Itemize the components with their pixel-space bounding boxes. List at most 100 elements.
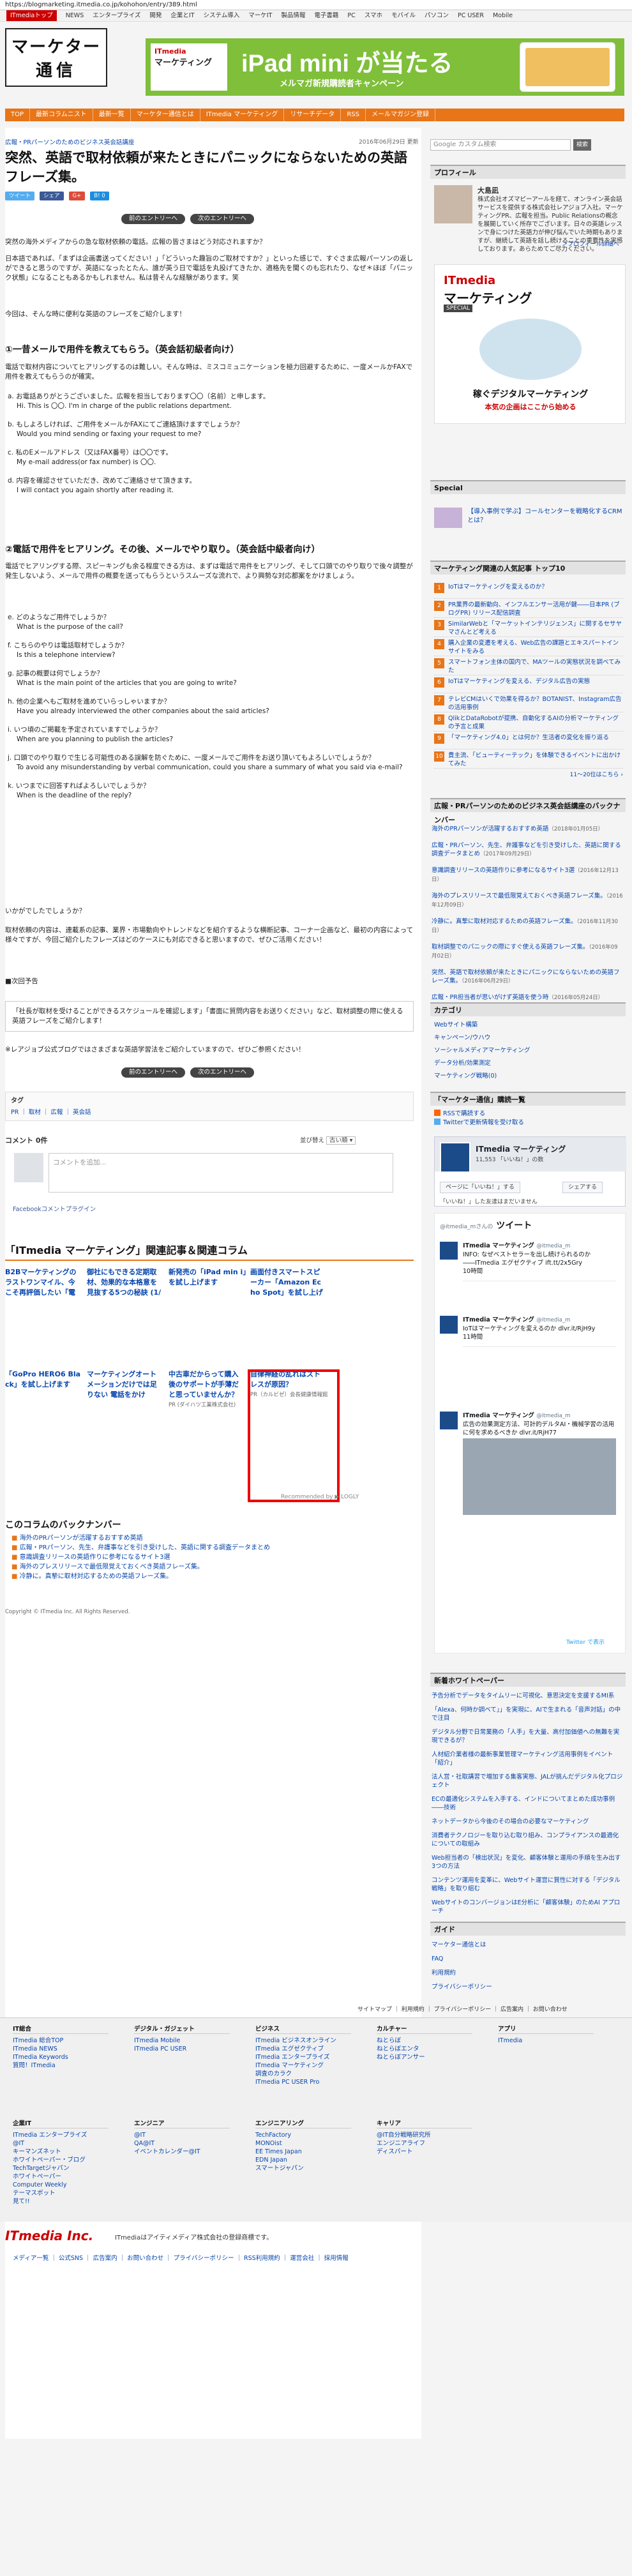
footer-link[interactable]: ITmedia 総合TOP xyxy=(13,2037,109,2045)
pr-backnumber-item[interactable]: 広報・PRパーソン、先生、弁護事などを引き受けした、英語に関する調査データまとめ… xyxy=(432,841,623,859)
footer-link[interactable]: スマートジャパン xyxy=(255,2164,351,2173)
main-nav-item[interactable]: 最新一覧 xyxy=(93,109,131,121)
facebook-page-logo[interactable] xyxy=(440,1142,470,1173)
backnumber-item[interactable]: 意識調査リリースの英語作りに参考になるサイト3選 xyxy=(11,1553,414,1562)
twitter-view-link[interactable]: Twitter で表示 xyxy=(566,1638,605,1646)
related-item[interactable]: 御社にもできる定期取 材、効果的な本格意を 見抜する5つの秘訣 (1/ xyxy=(87,1267,165,1298)
facebook-page-name[interactable]: ITmedia マーケティング xyxy=(476,1143,566,1154)
sitemap-links[interactable]: サイトマップ ｜ 利用規約 ｜ プライバシーポリシー ｜ 広告案内 ｜ お問い合… xyxy=(357,2005,568,2013)
recommended-by[interactable]: Recommended by ▶ LOGLY xyxy=(281,1494,359,1500)
tag-list[interactable]: PR ｜ 取材 ｜ 広報 ｜ 英会話 xyxy=(11,1107,408,1116)
ranking-row[interactable]: 2 PR業界の最新動向、インフルエンサー活用が鍵――日本PR (ブログPR) リリ… xyxy=(434,599,623,618)
footer-link[interactable]: @IT自分戦略研究所 xyxy=(377,2131,472,2139)
footer-link[interactable]: ホワイトペーパー・ブログ xyxy=(13,2156,109,2164)
tweet-author[interactable]: ITmedia マーケティング @itmedia_m xyxy=(463,1242,616,1251)
ranking-row[interactable]: 5 スマートフォン主体の国内で、MAツールの実態状況を調べてみた xyxy=(434,656,623,675)
hatena-bookmark-button[interactable]: B! 0 xyxy=(90,192,109,200)
footer-link[interactable]: ITmedia ビジネスオンライン xyxy=(255,2037,351,2045)
twitter-follow-link[interactable]: Twitterで更新情報を受け取る xyxy=(434,1119,623,1127)
footer-link[interactable]: ねとらぼ xyxy=(377,2037,472,2045)
profile-name[interactable]: 大島凪 xyxy=(478,185,499,195)
footer-link[interactable]: ITmedia Mobile xyxy=(134,2037,230,2045)
footer-link[interactable]: QA@IT xyxy=(134,2139,230,2148)
bottom-links[interactable]: メディア一覧 ｜ 公式SNS ｜ 広告案内 ｜ お問い合わせ ｜ プライバシーポ… xyxy=(13,2254,619,2263)
tweet-author[interactable]: ITmedia マーケティング @itmedia_m xyxy=(463,1316,616,1325)
url-bar[interactable]: https://blogmarketing.itmedia.co.jp/koho… xyxy=(0,0,632,10)
related-item[interactable]: B2Bマーケティングの ラストワンマイル、今 こそ再評価したい「電 xyxy=(5,1267,83,1298)
next-entry-button[interactable]: 次のエントリーへ xyxy=(190,214,255,224)
rss-subscribe-link[interactable]: RSSで購読する xyxy=(434,1110,623,1119)
ranking-row[interactable]: 4 購入企業の変遷を考える、Web広告の課題とエキスパートインサイトをみる xyxy=(434,637,623,656)
pr-backnumber-item[interactable]: 意識調査リリースの英語作りに参考になるサイト3選（2016年12月13日） xyxy=(432,866,623,884)
category-item[interactable]: マーケティング戦略(0) xyxy=(434,1070,623,1083)
tweet-time[interactable]: 11時間 xyxy=(463,1333,616,1341)
guide-item[interactable]: 利用規約 xyxy=(432,1966,623,1980)
pr-backnumber-item[interactable]: 海外のプレスリリースで最低限覚えておくべき英語フレーズ集。（2016年12月09… xyxy=(432,892,623,910)
related-item[interactable]: 画面付きスマートスピ ーカー「Amazon Ec ho Spot」を試し上げ xyxy=(250,1267,328,1298)
whitepaper-item[interactable]: ネットデータから今後のその場合の必要なマーケティング xyxy=(432,1818,623,1826)
top-nav-item[interactable]: PC xyxy=(347,10,355,21)
footer-link[interactable]: ITmedia NEWS xyxy=(13,2045,109,2053)
main-nav-item[interactable]: リサーチデータ xyxy=(284,109,342,121)
ranking-row[interactable]: 8 QlikとDataRobotが提携、自動化するAIの分析マーケティングの予言と… xyxy=(434,712,623,732)
footer-link[interactable]: @IT xyxy=(13,2139,109,2148)
search-button[interactable]: 検索 xyxy=(573,139,591,151)
top-nav-item[interactable]: 電子書籍 xyxy=(314,10,338,21)
pr-backnumber-item[interactable]: 突然、英語で取材依頼が来たときにパニックにならないための英語フレーズ集。（201… xyxy=(432,968,623,986)
footer-link[interactable]: ITmedia マーケティング xyxy=(255,2061,351,2070)
profile-more-link[interactable]: ＞プロフィール詳細へ xyxy=(562,239,619,248)
whitepaper-item[interactable]: 予告分析でデータをタイムリーに可視化、意思決定を支援するMI系 xyxy=(432,1692,623,1700)
footer-link[interactable]: MONOist xyxy=(255,2139,351,2148)
top-nav-item[interactable]: マーケIT xyxy=(248,10,272,21)
ranking-row[interactable]: 1 IoTはマーケティングを変えるのか？ xyxy=(434,581,623,599)
footer-link[interactable]: Computer Weekly xyxy=(13,2181,109,2189)
footer-link[interactable]: ITmedia PC USER Pro xyxy=(255,2078,351,2086)
footer-link[interactable]: 質問！ITmedia xyxy=(13,2061,109,2070)
footer-link[interactable]: キーマンズネット xyxy=(13,2148,109,2156)
backnumber-item[interactable]: 広報・PRパーソン、先生、弁護事などを引き受けした、英語に関する調査データまとめ xyxy=(11,1543,414,1553)
main-nav-item[interactable]: マーケター通信とは xyxy=(131,109,200,121)
footer-link[interactable]: EE Times Japan xyxy=(255,2148,351,2156)
top-nav-item[interactable]: モバイル xyxy=(391,10,416,21)
guide-item[interactable]: プライバシーポリシー xyxy=(432,1980,623,1994)
main-nav-item[interactable]: TOP xyxy=(5,109,31,121)
whitepaper-item[interactable]: 消費者テクノロジーを取り込む取り組み、コンプライアンスの最適化についての取組み xyxy=(432,1832,623,1848)
footer-link[interactable]: EDN Japan xyxy=(255,2156,351,2164)
main-nav-item[interactable]: RSS xyxy=(341,109,366,121)
special-item-link[interactable]: 【導入事例で学ぶ】コールセンターを戦略化するCRMとは？ xyxy=(434,508,623,525)
footer-link[interactable]: ITmedia エンタープライズ xyxy=(255,2053,351,2061)
footer-link[interactable]: ディスパート xyxy=(377,2148,472,2156)
tweet-avatar[interactable] xyxy=(440,1412,458,1429)
footer-link[interactable]: ITmedia エンタープライズ xyxy=(13,2131,109,2139)
pr-backnumber-item[interactable]: 広報・PR担当者が思いがけず英語を使う時（2016年05月24日） xyxy=(432,993,623,1002)
top-nav-item[interactable]: 開発 xyxy=(149,10,162,21)
whitepaper-item[interactable]: ECの最適化システムを入手する、インドについてまとめた成功事例――技術 xyxy=(432,1795,623,1812)
top-nav-item[interactable]: システム導入 xyxy=(204,10,240,21)
footer-link[interactable]: 調査のカラク xyxy=(255,2070,351,2078)
top-nav-item[interactable]: PC USER xyxy=(458,10,484,21)
footer-link[interactable]: イベントカレンダー@IT xyxy=(134,2148,230,2156)
site-logo[interactable]: マーケター 通信 xyxy=(5,28,107,87)
ranking-row[interactable]: 6 IoTはマーケティングを変える、デジタル広告の実態 xyxy=(434,675,623,693)
guide-item[interactable]: マーケター通信とは xyxy=(432,1938,623,1952)
tweet-avatar[interactable] xyxy=(440,1242,458,1260)
ranking-row[interactable]: 10 貴主流、「ビューティーテック」を体験できるイベントに出かけてみた xyxy=(434,749,623,769)
ranking-more-link[interactable]: 11〜20位はこちら › xyxy=(434,771,623,780)
top-nav-item[interactable]: パソコン xyxy=(425,10,449,21)
next-entry-button[interactable]: 次のエントリーへ xyxy=(190,1067,255,1078)
top-nav-item[interactable]: スマホ xyxy=(365,10,382,21)
search-input[interactable]: Google カスタム検索 xyxy=(430,139,571,151)
guide-item[interactable]: FAQ xyxy=(432,1952,623,1966)
backnumber-item[interactable]: 冷静に。真摯に取材対応するための英語フレーズ集。 xyxy=(11,1572,414,1581)
top-nav-item[interactable]: Mobile xyxy=(493,10,513,21)
tweet-author[interactable]: ITmedia マーケティング @itmedia_m xyxy=(463,1412,616,1420)
main-nav-item[interactable]: 最新コラムニスト xyxy=(30,109,93,121)
top-nav-item[interactable]: 製品情報 xyxy=(281,10,305,21)
ranking-row[interactable]: 3 SimilarWebと「マーケットインテリジェンス」に関するセサヤマさんとど考… xyxy=(434,618,623,637)
footer-link[interactable]: ITmedia エグゼクティブ xyxy=(255,2045,351,2053)
header-ad-banner[interactable]: ITmedia マーケティング iPad mini が当たる メルマガ新規購読者… xyxy=(146,38,624,96)
facebook-like-button[interactable]: ページに「いいね！」する xyxy=(440,1182,520,1193)
itmedia-logo[interactable]: ITmedia Inc. xyxy=(5,2228,93,2243)
ranking-row[interactable]: 7 テレビCMはいくで効果を得るか？BOTANIST、Instagram広告の活用… xyxy=(434,693,623,712)
whitepaper-item[interactable]: 「Alexa、何時か調べて」」を実現に、AIで生まれる「音声対話」の中で注目 xyxy=(432,1706,623,1722)
